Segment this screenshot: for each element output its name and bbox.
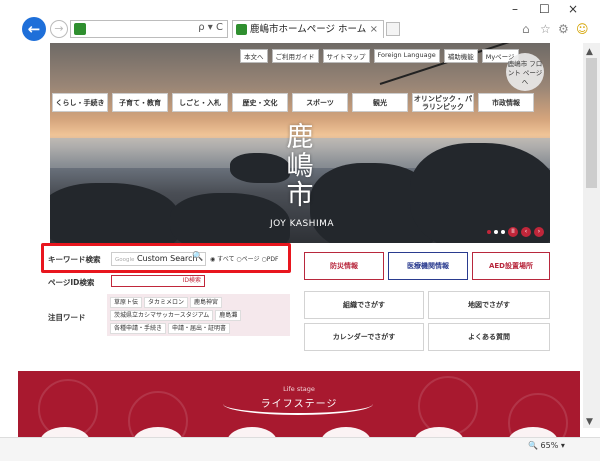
life-stage-item[interactable] [227,427,278,437]
close-button[interactable]: × [568,2,578,16]
hero-rock [170,193,290,243]
life-stage-subtitle: Life stage [283,385,315,393]
nav-sports[interactable]: スポーツ [292,93,348,112]
featured-word[interactable]: タカミメロン [144,297,189,308]
search-icon[interactable]: 🔍 [192,252,203,262]
life-stage-item[interactable] [320,427,371,437]
zoom-level: 65% [540,441,559,450]
feedback-smiley-icon[interactable]: ☺ [576,22,589,36]
featured-words-label: 注目ワード [48,313,86,322]
search-by-map-button[interactable]: 地図でさがす [428,291,550,319]
back-button[interactable]: ← [22,17,46,41]
zoom-magnifier-icon: 🔍 [528,441,538,450]
utility-link-guide[interactable]: ご利用ガイド [271,49,319,63]
life-stage-item[interactable] [508,427,559,437]
nav-work[interactable]: しごと・入札 [172,93,228,112]
nav-city-info[interactable]: 市政情報 [478,93,534,112]
medical-info-button[interactable]: 医療機関情報 [388,252,468,280]
utility-link-accessibility[interactable]: 補助機能 [443,49,478,63]
status-bar [0,437,600,461]
hero-rock [50,183,180,243]
life-stage-section: Life stage ライフステージ [18,371,580,437]
life-stage-item[interactable] [414,427,465,437]
nav-history[interactable]: 歴史・文化 [232,93,288,112]
tab-close-icon[interactable]: × [370,21,378,38]
life-stage-title: ライフステージ [260,399,338,410]
search-placeholder: Custom Search [136,254,198,263]
radio-pdf[interactable]: ○PDF [261,256,278,263]
slide-dot[interactable] [494,230,498,234]
life-stage-item[interactable] [39,427,90,437]
life-stage-items [18,427,580,437]
home-icon[interactable]: ⌂ [522,22,530,36]
utility-link-foreign-language[interactable]: Foreign Language [373,49,440,63]
scroll-up-arrow-icon[interactable]: ▲ [586,47,593,57]
radio-page[interactable]: ○ページ [236,256,259,263]
forward-button[interactable]: → [50,20,68,38]
featured-word[interactable]: 申請・届出・証明書 [168,323,231,334]
id-search-button[interactable]: ID検索 [183,277,201,284]
pause-icon[interactable]: II [508,227,518,237]
featured-word[interactable]: 草原ト伝 [110,297,143,308]
utility-link-skip[interactable]: 本文へ [240,49,268,63]
keyword-search-label: キーワード検索 [48,255,101,264]
minimize-button[interactable]: – [512,2,518,16]
aed-locations-button[interactable]: AED設置場所 [472,252,550,280]
zoom-dropdown-icon[interactable]: ▾ [561,441,565,450]
utility-links: 本文へ ご利用ガイド サイトマップ Foreign Language 補助機能 … [240,49,519,63]
settings-gear-icon[interactable]: ⚙ [558,22,569,36]
featured-word[interactable]: 各種申請・手続き [110,323,167,334]
disaster-info-button[interactable]: 防災情報 [304,252,384,280]
nav-tourism[interactable]: 観光 [352,93,408,112]
search-by-calendar-button[interactable]: カレンダーでさがす [304,323,424,351]
nav-olympics[interactable]: オリンピック・ パラリンピック [412,93,474,112]
featured-words: 草原ト伝 タカミメロン 鹿島神宮 茨城県立カシマサッカースタジアム 鹿島灘 各種… [107,294,290,336]
site-favicon-icon [74,23,86,35]
next-slide-icon[interactable]: › [534,227,544,237]
slideshow-controls: II ‹ › [487,227,544,237]
hero-banner: 本文へ ご利用ガイド サイトマップ Foreign Language 補助機能 … [50,43,550,243]
slide-dot[interactable] [501,230,505,234]
utility-link-sitemap[interactable]: サイトマップ [322,49,370,63]
main-navigation: くらし・手続き 子育て・教育 しごと・入札 歴史・文化 スポーツ 観光 オリンピ… [52,93,534,112]
front-page-button[interactable]: 鹿嶋市 フロント ページへ [506,53,544,91]
prev-slide-icon[interactable]: ‹ [521,227,531,237]
nav-childcare[interactable]: 子育て・教育 [112,93,168,112]
featured-word[interactable]: 茨城県立カシマサッカースタジアム [110,310,214,321]
search-by-organization-button[interactable]: 組織でさがす [304,291,424,319]
browser-tab[interactable]: 鹿嶋市ホームページ ホーム × [232,20,384,38]
slide-dot[interactable] [487,230,491,234]
featured-word[interactable]: 鹿島灘 [215,310,242,321]
maximize-button[interactable]: ☐ [539,2,550,16]
scroll-down-arrow-icon[interactable]: ▼ [586,417,593,427]
faq-button[interactable]: よくある質問 [428,323,550,351]
zoom-control[interactable]: 🔍 65% ▾ [528,441,565,450]
life-stage-item[interactable] [133,427,184,437]
tab-title: 鹿嶋市ホームページ ホーム [250,24,367,35]
page-id-search-label: ページID検索 [48,278,95,287]
radio-all[interactable]: ◉ すべて [210,256,235,263]
page-id-input[interactable]: ID検索 [111,275,205,287]
featured-word[interactable]: 鹿島神宮 [190,297,223,308]
nav-living[interactable]: くらし・手続き [52,93,108,112]
google-logo: Google [115,257,135,263]
new-tab-button[interactable] [386,22,400,36]
hero-rock [230,153,290,183]
address-bar[interactable]: ρ ▾ C [70,20,228,38]
city-subtitle: JOY KASHIMA [269,219,335,229]
tab-favicon-icon [236,24,247,35]
search-scope-radios: ◉ すべて ○ページ ○PDF [210,254,278,263]
city-title: 鹿嶋市 [286,122,314,211]
scrollbar-thumb[interactable] [586,58,597,188]
favorites-star-icon[interactable]: ☆ [540,22,551,36]
address-bar-tools[interactable]: ρ ▾ C [198,22,223,33]
